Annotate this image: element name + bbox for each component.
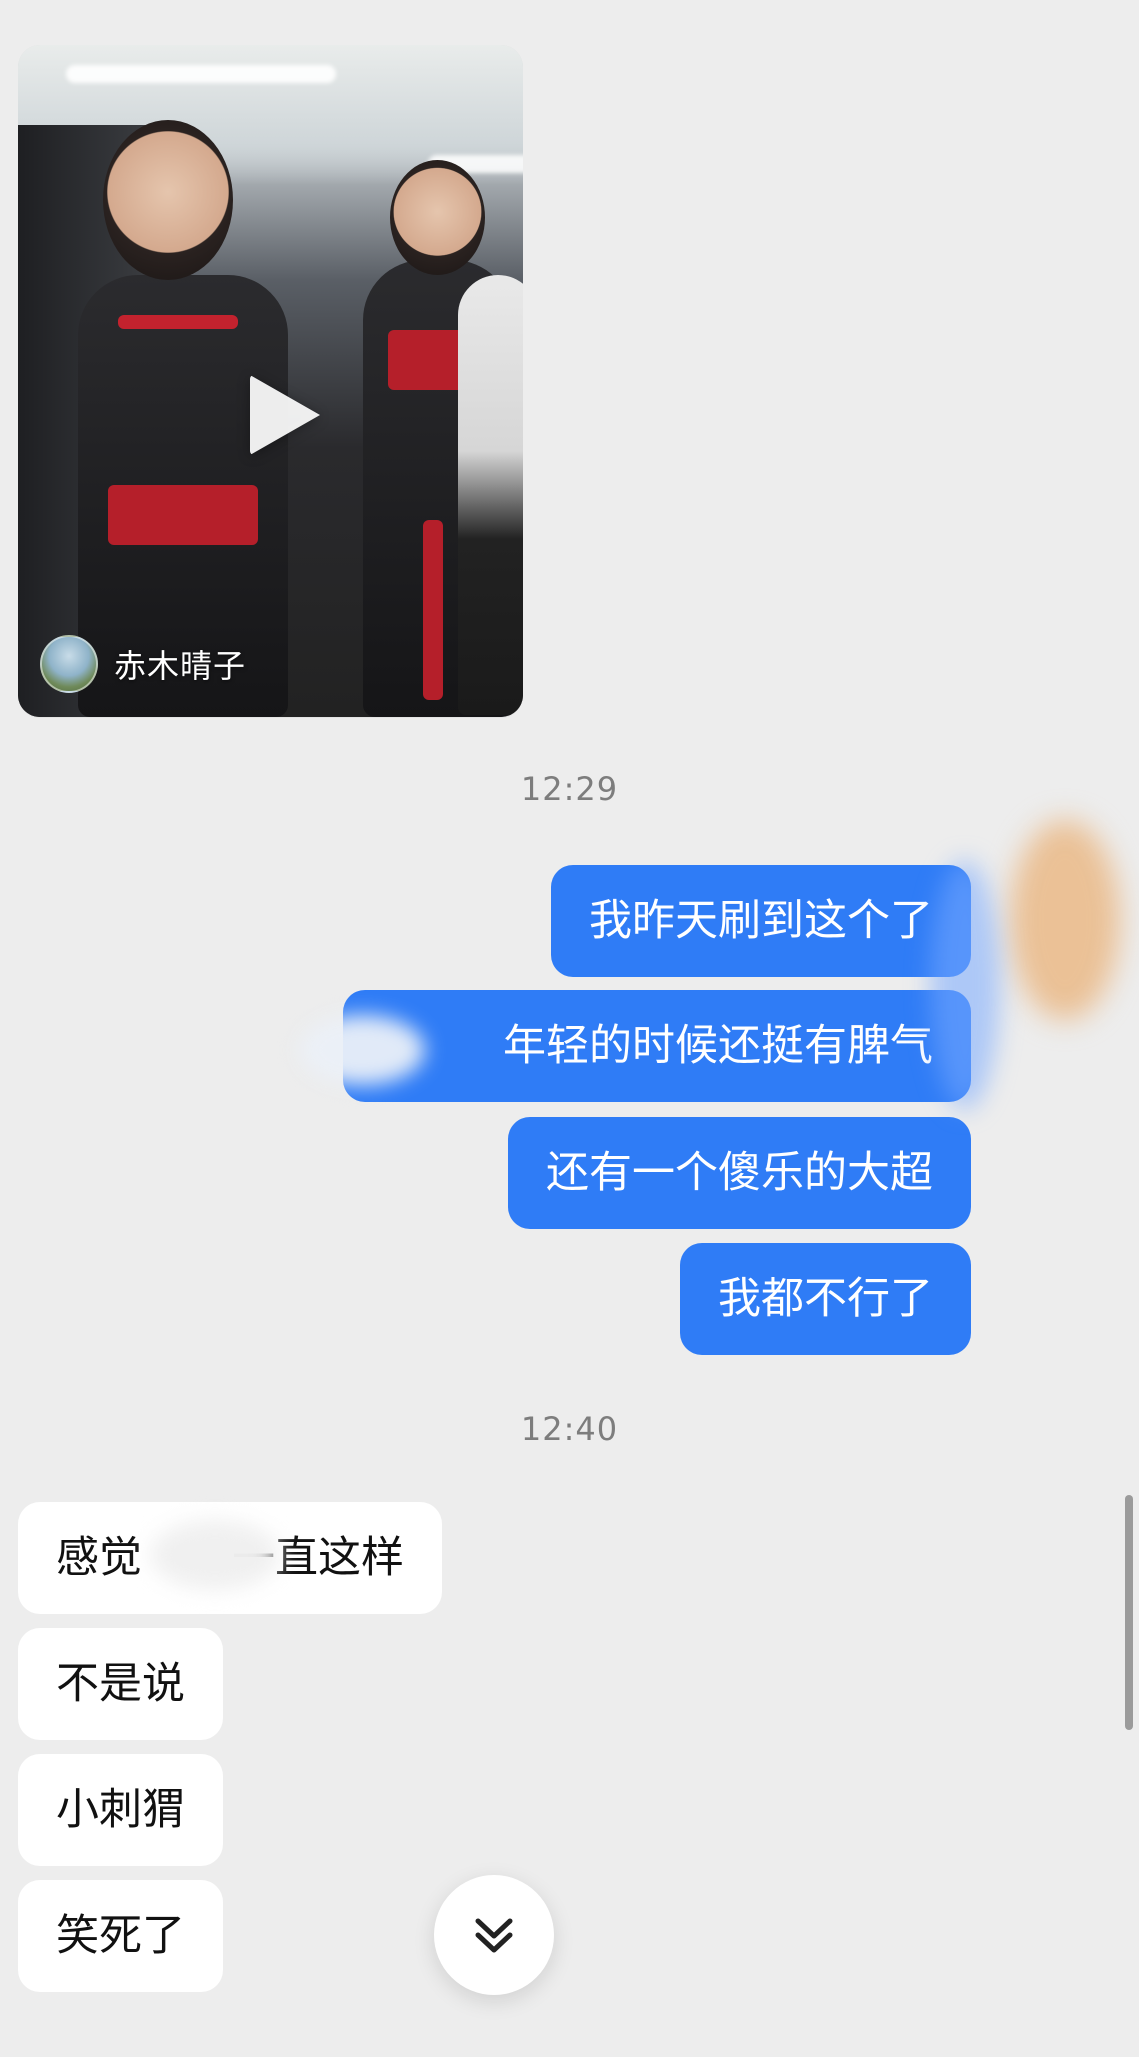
video-author-name: 赤木晴子 xyxy=(114,647,247,685)
sent-message-bubble[interactable]: 我昨天刷到这个了 xyxy=(551,865,971,977)
chat-timestamp: 12:40 xyxy=(520,1410,619,1448)
video-thumbnail-figure xyxy=(458,275,523,715)
chat-timestamp: 12:29 xyxy=(520,770,619,808)
chat-scrollbar[interactable] xyxy=(1125,1495,1133,1730)
received-message-bubble[interactable]: 笑死了 xyxy=(18,1880,223,1992)
video-thumbnail-figure-head xyxy=(103,120,233,280)
sent-message-text: 年轻的时候还挺有脾气 xyxy=(503,1021,933,1071)
video-author-row: 赤木晴子 xyxy=(40,635,246,693)
play-icon[interactable] xyxy=(250,375,320,455)
received-message-bubble[interactable]: 小刺猬 xyxy=(18,1754,223,1866)
shared-video-card[interactable]: 赤木晴子 xyxy=(18,45,523,717)
received-message-text: 一直这样 xyxy=(232,1533,404,1583)
double-chevron-down-icon xyxy=(475,1918,513,1953)
scroll-to-bottom-button[interactable] xyxy=(434,1875,554,1995)
sent-message-bubble[interactable]: 还有一个傻乐的大超 xyxy=(508,1117,971,1229)
received-message-bubble[interactable]: 不是说 xyxy=(18,1628,223,1740)
video-thumbnail-figure-head xyxy=(390,160,485,275)
video-thumbnail-light xyxy=(66,65,336,83)
sent-message-bubble[interactable]: 我都不行了 xyxy=(680,1243,971,1355)
sent-message-bubble[interactable]: 年轻的时候还挺有脾气 xyxy=(343,990,971,1102)
author-avatar[interactable] xyxy=(40,635,98,693)
received-message-text: 感觉 xyxy=(56,1533,142,1583)
privacy-blur xyxy=(1010,820,1120,1020)
received-message-bubble[interactable]: 感觉 一直这样 xyxy=(18,1502,442,1614)
